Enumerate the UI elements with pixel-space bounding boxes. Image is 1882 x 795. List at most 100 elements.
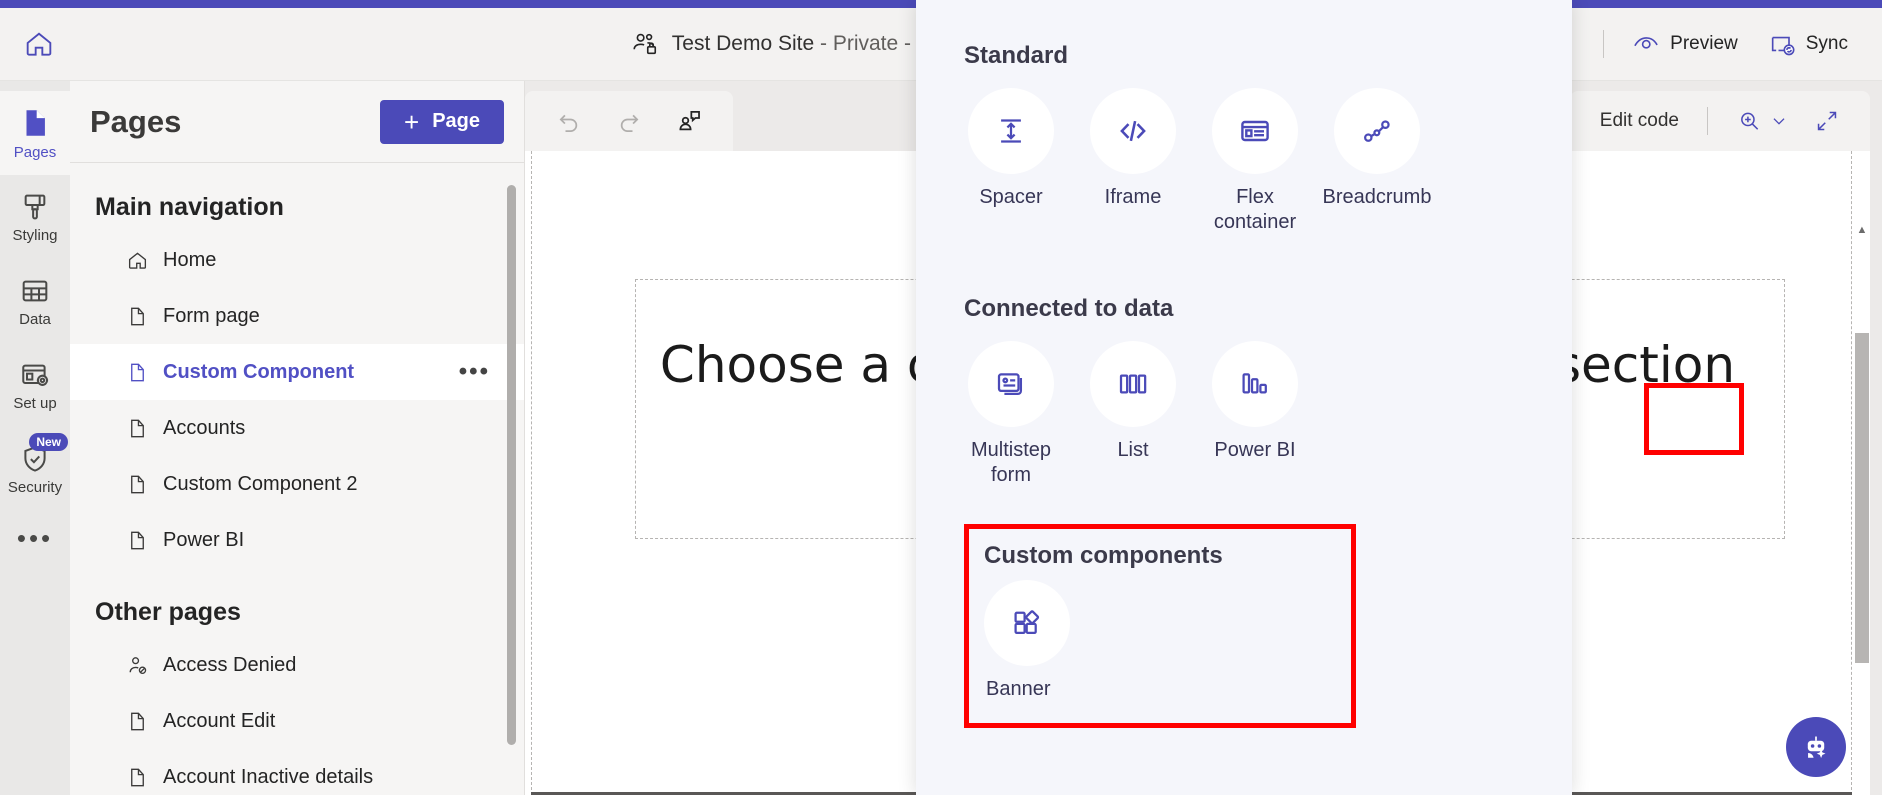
flyout-standard-grid: Spacer Iframe Flex container Breadcrumb [950, 88, 1538, 241]
flyout-item-spacer[interactable]: Spacer [950, 88, 1072, 235]
page-item-label: Custom Component 2 [163, 472, 358, 495]
scroll-up-arrow[interactable]: ▲ [1854, 221, 1870, 236]
flyout-item-power-bi[interactable]: Power BI [1194, 341, 1316, 488]
page-item-label: Home [163, 248, 217, 271]
sidebar-item-data[interactable]: Data [0, 259, 70, 343]
page-item-home[interactable]: Home [70, 232, 524, 288]
collaborate-button[interactable] [667, 101, 711, 141]
canvas-toolbar-right: Edit code [1569, 91, 1870, 151]
sidebar-item-security[interactable]: New Security [0, 427, 70, 511]
home-button[interactable] [8, 13, 70, 75]
page-item-form-page[interactable]: Form page [70, 288, 524, 344]
flyout-item-iframe[interactable]: Iframe [1072, 88, 1194, 235]
expand-diagonal-icon [1814, 108, 1840, 134]
zoom-control[interactable] [1728, 102, 1798, 140]
setup-gear-icon [19, 359, 51, 391]
redo-icon [615, 107, 643, 135]
page-item-account-inactive-details[interactable]: Account Inactive details [70, 749, 524, 795]
flyout-item-label: Multistep form [970, 439, 1052, 486]
flyout-item-label: Breadcrumb [1322, 186, 1432, 208]
page-item-label: Power BI [163, 528, 245, 551]
header-actions: Preview Sync [1536, 20, 1882, 68]
copilot-button[interactable] [1786, 717, 1846, 777]
document-icon [126, 305, 149, 328]
sidebar-item-label: Styling [12, 227, 58, 244]
flyout-item-breadcrumb[interactable]: Breadcrumb [1316, 88, 1438, 235]
sidebar-item-setup[interactable]: Set up [0, 343, 70, 427]
status-badge: New [29, 433, 68, 452]
pages-pane-scrollbar[interactable] [507, 185, 516, 750]
sidebar-item-pages[interactable]: Pages [0, 91, 70, 175]
home-outline-icon [126, 249, 149, 272]
preview-eye-icon [1632, 30, 1660, 58]
page-item-label: Custom Component [163, 360, 355, 383]
pages-pane: Pages + Page Main navigation Home Form p… [70, 81, 525, 795]
undo-button[interactable] [547, 101, 591, 141]
sidebar-item-styling[interactable]: Styling [0, 175, 70, 259]
document-icon [126, 473, 149, 496]
page-item-accounts[interactable]: Accounts [70, 400, 524, 456]
flyout-custom-title: Custom components [984, 542, 1223, 569]
redo-button[interactable] [607, 101, 651, 141]
page-item-access-denied[interactable]: Access Denied [70, 637, 524, 693]
add-page-button[interactable]: + Page [380, 99, 504, 144]
custom-component-puzzle-icon [984, 580, 1070, 666]
flyout-item-label: Power BI [1214, 439, 1296, 461]
page-item-power-bi[interactable]: Power BI [70, 512, 524, 568]
page-item-more-button[interactable]: ••• [459, 359, 490, 384]
flyout-section-title: Standard [964, 42, 1069, 69]
page-item-label: Account Inactive details [163, 765, 374, 788]
expand-canvas-button[interactable] [1806, 102, 1848, 140]
pages-pane-header: Pages + Page [70, 81, 524, 163]
add-page-label: Page [432, 110, 480, 132]
table-icon [19, 275, 51, 307]
sidebar-item-label: Pages [13, 144, 57, 161]
flyout-item-list[interactable]: List [1072, 341, 1194, 488]
flyout-item-label: Iframe [1104, 186, 1162, 208]
document-icon [126, 361, 149, 384]
sync-button[interactable]: Sync [1756, 20, 1860, 68]
canvas-scrollbar[interactable]: ▲ [1854, 221, 1870, 795]
flyout-item-flex-container[interactable]: Flex container [1194, 88, 1316, 235]
flyout-item-label: Spacer [979, 186, 1043, 208]
sidebar-item-label: Set up [13, 395, 57, 412]
site-name: Test Demo Site [671, 32, 815, 55]
preview-button[interactable]: Preview [1620, 20, 1750, 68]
header-divider [1603, 30, 1605, 58]
page-item-custom-component[interactable]: Custom Component ••• [70, 344, 524, 400]
page-item-label: Account Edit [163, 709, 276, 732]
left-rail: Pages Styling Data Set up New Security •… [0, 81, 70, 795]
flyout-item-banner[interactable]: Banner [984, 580, 1104, 702]
chevron-down-icon [1768, 110, 1790, 132]
zoom-in-icon [1736, 108, 1762, 134]
sync-icon [1768, 30, 1796, 58]
page-icon [18, 106, 52, 140]
canvas-toolbar-left [525, 91, 733, 151]
component-picker-flyout: Standard Spacer Iframe Flex container Br… [916, 0, 1572, 795]
sync-label: Sync [1805, 33, 1848, 54]
flyout-custom-components-section: Custom components Banner [964, 524, 1356, 728]
spacer-icon [968, 88, 1054, 174]
document-icon [126, 529, 149, 552]
page-item-label: Access Denied [163, 653, 297, 676]
sidebar-item-label: Data [19, 311, 51, 328]
plus-icon: + [404, 106, 420, 137]
scrollbar-thumb[interactable] [507, 185, 516, 745]
page-item-label: Form page [163, 304, 260, 327]
flyout-item-label: Flex container [1213, 186, 1297, 233]
pages-pane-title: Pages [90, 103, 182, 139]
page-item-label: Accounts [163, 416, 246, 439]
edit-code-button[interactable]: Edit code [1592, 104, 1687, 138]
document-icon [126, 710, 149, 733]
edit-code-label: Edit code [1599, 110, 1679, 131]
sidebar-more-button[interactable]: ••• [17, 525, 53, 551]
flyout-custom-grid: Banner [984, 580, 1356, 708]
page-item-custom-component-2[interactable]: Custom Component 2 [70, 456, 524, 512]
flyout-item-multistep-form[interactable]: Multistep form [950, 341, 1072, 488]
flyout-connected-grid: Multistep form List Power BI [950, 341, 1538, 494]
sidebar-item-label: Security [7, 479, 63, 496]
code-brackets-icon [1090, 88, 1176, 174]
flex-container-icon [1212, 88, 1298, 174]
scrollbar-thumb[interactable] [1855, 333, 1869, 663]
page-item-account-edit[interactable]: Account Edit [70, 693, 524, 749]
